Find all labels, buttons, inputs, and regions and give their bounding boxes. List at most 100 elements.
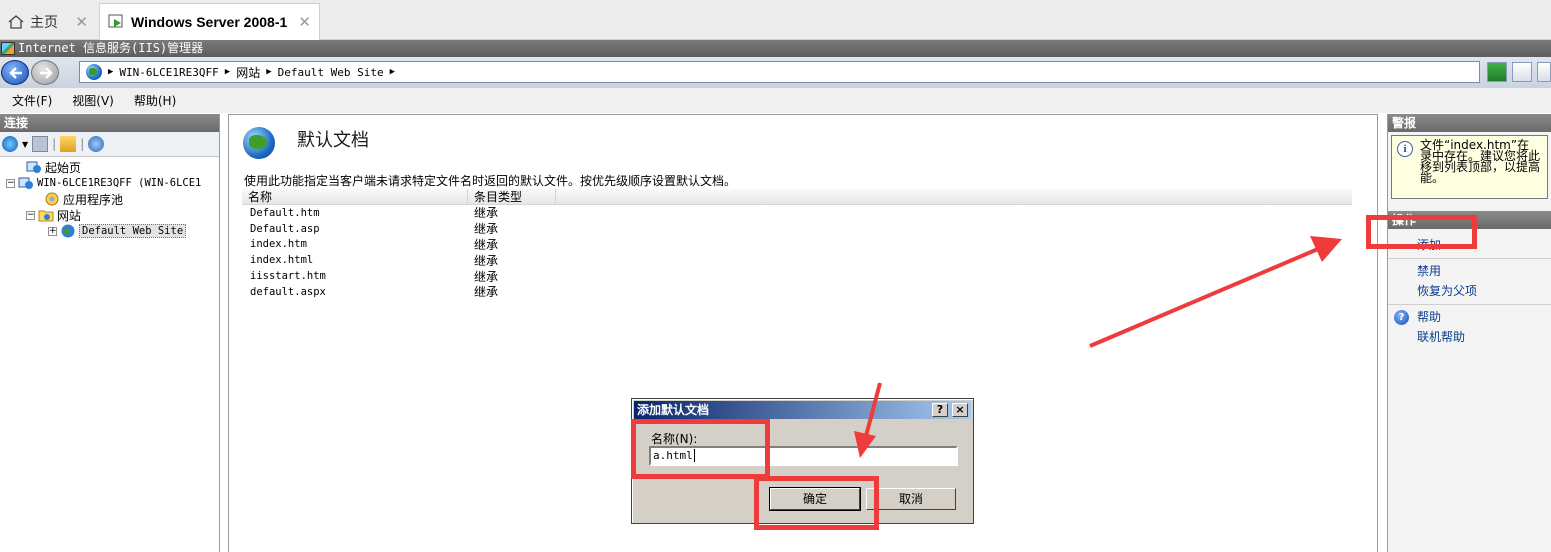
iis-app-icon [1,42,15,55]
action-online-help[interactable]: 联机帮助 [1388,327,1551,347]
close-button[interactable]: × [952,403,968,417]
tree-item-label: WIN-6LCE1RE3QFF (WIN-6LCE1 [37,177,202,189]
column-header-name[interactable]: 名称 [242,189,468,204]
vm-tab-strip: 主页 ✕ Windows Server 2008-1 ✕ [0,0,1551,40]
folder-up-icon[interactable] [60,136,77,152]
address-bar[interactable]: ▶ WIN-6LCE1RE3QFF ▶ 网站 ▶ Default Web Sit… [79,61,1480,83]
sites-folder-icon [38,210,54,222]
menu-view[interactable]: 视图(V) [72,92,114,109]
server-icon [18,177,33,189]
table-row[interactable]: Default.asp 继承 [242,221,1352,237]
row-type: 继承 [474,269,499,284]
column-header-type[interactable]: 条目类型 [468,189,556,204]
arrow-left-icon [9,67,22,79]
page-title: 默认文档 [297,130,369,151]
connections-pane: 连接 ▼ | | 起始页 − WIN-6LCE1RE3QFF (WIN-6LCE… [0,114,220,552]
divider [1388,258,1551,259]
tree-item-app-pools[interactable]: 应用程序池 [0,191,219,207]
tab-vm[interactable]: Windows Server 2008-1 ✕ [99,3,320,40]
home-page-button[interactable] [1537,62,1551,82]
globe-icon [86,64,102,80]
divider [1388,304,1551,305]
breadcrumb-site[interactable]: Default Web Site [278,66,384,79]
collapse-icon[interactable]: − [6,178,15,188]
breadcrumb-separator-icon: ▶ [224,67,231,77]
menu-bar: 文件(F) 视图(V) 帮助(H) [0,88,1551,113]
back-button[interactable] [1,60,29,85]
action-help[interactable]: ? 帮助 [1388,307,1551,327]
toolbar-divider: | [52,137,57,151]
row-name: Default.htm [250,206,320,219]
home-icon [8,14,24,29]
close-icon[interactable]: ✕ [298,13,311,31]
tree-item-label: 网站 [57,208,82,223]
highlight-add-action [1366,215,1477,249]
forward-button[interactable] [31,60,59,85]
menu-help[interactable]: 帮助(H) [134,92,176,109]
tree-item-label: 起始页 [45,160,82,175]
breadcrumb-server[interactable]: WIN-6LCE1RE3QFF [119,66,218,79]
row-name: Default.asp [250,222,320,235]
breadcrumb-separator-icon: ▶ [108,67,114,77]
cancel-button[interactable]: 取消 [866,488,956,510]
table-row[interactable]: index.htm 继承 [242,237,1352,253]
page-description: 使用此功能指定当客户端未请求特定文件名时返回的默认文件。按优先级顺序设置默认文档… [244,174,737,188]
collapse-icon[interactable]: − [26,210,35,220]
list-header: 名称 条目类型 [242,189,1352,205]
alerts-header: 警报 [1388,114,1551,132]
row-type: 继承 [474,206,499,221]
save-icon[interactable] [32,136,49,152]
help-icon: ? [1394,310,1409,325]
row-type: 继承 [474,285,499,300]
connect-icon[interactable] [2,136,18,152]
chevron-down-icon[interactable]: ▼ [22,140,28,149]
tab-home[interactable]: 主页 ✕ [0,3,96,40]
action-help-label: 帮助 [1417,310,1442,324]
connections-toolbar: ▼ | | [0,132,219,157]
tree-item-start-page[interactable]: 起始页 [0,159,219,175]
breadcrumb-sites[interactable]: 网站 [236,64,260,81]
highlight-ok-button [754,476,879,530]
table-row[interactable]: Default.htm 继承 [242,205,1352,221]
alert-line: 能。 [1420,171,1445,185]
tree-item-default-web-site[interactable]: + Default Web Site [0,223,219,239]
actions-pane: 警报 i 文件“index.htm”在 录中存在。建议您将此 移到列表顶部，以提… [1387,114,1551,552]
tab-home-label: 主页 [30,14,58,31]
action-revert-to-parent[interactable]: 恢复为父项 [1388,281,1551,301]
dialog-title: 添加默认文档 [637,403,710,417]
menu-file[interactable]: 文件(F) [12,92,52,109]
disconnect-icon[interactable] [88,136,105,152]
table-row[interactable]: iisstart.htm 继承 [242,268,1352,284]
expand-icon[interactable]: + [48,226,57,236]
toolbar-divider: | [80,137,85,151]
row-name: index.htm [250,238,307,251]
info-icon: i [1397,141,1413,157]
help-button[interactable]: ? [932,403,948,417]
tree-item-sites[interactable]: − 网站 [0,207,219,223]
navigation-bar: ▶ WIN-6LCE1RE3QFF ▶ 网站 ▶ Default Web Sit… [0,57,1551,88]
refresh-button[interactable] [1487,62,1507,82]
tree-item-server[interactable]: − WIN-6LCE1RE3QFF (WIN-6LCE1 [0,175,219,191]
start-page-icon [26,161,41,173]
table-row[interactable]: index.html 继承 [242,252,1352,268]
row-type: 继承 [474,253,499,268]
tree-item-label: Default Web Site [79,224,187,238]
connections-tree: 起始页 − WIN-6LCE1RE3QFF (WIN-6LCE1 应用程序池 −… [0,157,219,239]
vm-icon [108,14,123,28]
tab-vm-label: Windows Server 2008-1 [131,14,288,30]
connections-header: 连接 [0,114,219,132]
arrow-right-icon [40,67,53,79]
window-title-bar: Internet 信息服务(IIS)管理器 [0,40,1551,57]
alert-message: i 文件“index.htm”在 录中存在。建议您将此 移到列表顶部，以提高 能… [1391,135,1548,199]
stop-button[interactable] [1512,62,1532,82]
row-name: default.aspx [250,285,326,298]
default-document-list: 名称 条目类型 Default.htm 继承 Default.asp 继承 inde… [242,189,1352,300]
row-type: 继承 [474,222,499,237]
action-disable[interactable]: 禁用 [1388,261,1551,281]
window-title: Internet 信息服务(IIS)管理器 [18,41,204,55]
dialog-title-bar: 添加默认文档 ? × [634,401,971,419]
table-row[interactable]: default.aspx 继承 [242,284,1352,300]
close-icon[interactable]: ✕ [75,13,88,31]
breadcrumb-separator-icon: ▶ [266,67,272,77]
tree-item-label: 应用程序池 [63,192,124,207]
